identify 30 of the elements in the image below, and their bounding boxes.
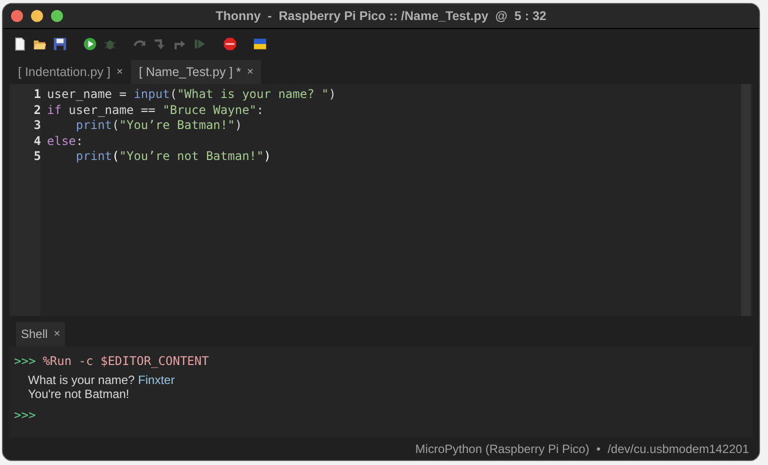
flag-icon[interactable] — [253, 37, 267, 51]
shell-command-line: >>> %Run -c $EDITOR_CONTENT — [14, 353, 210, 369]
separator-dot: • — [596, 442, 601, 456]
line-number: 2 — [32, 102, 41, 118]
save-icon[interactable] — [53, 37, 67, 51]
shell-output-line: You're not Batman! — [27, 387, 130, 401]
shell-tab[interactable]: Shell × — [16, 322, 66, 346]
code-line: print("You’re not Batman!") — [74, 149, 272, 164]
line-number: 1 — [32, 87, 41, 102]
shell-output-line: What is your name? Finxter — [27, 373, 176, 387]
new-file-icon[interactable] — [13, 37, 27, 51]
zoom-icon[interactable] — [51, 10, 63, 22]
code-line: print("You’re Batman!") — [74, 118, 244, 134]
window-title: Thonny - Raspberry Pi Pico :: /Name_Test.py @ 5 : 32 — [216, 9, 546, 23]
line-number: 4 — [32, 134, 41, 149]
close-icon[interactable] — [11, 10, 23, 22]
code-line: if user_name == "Bruce Wayne": — [47, 102, 265, 118]
step-into-icon[interactable] — [153, 37, 167, 51]
line-number: 5 — [32, 149, 41, 164]
minimize-icon[interactable] — [31, 10, 43, 22]
line-number: 3 — [32, 118, 41, 134]
interpreter-label[interactable]: MicroPython (Raspberry Pi Pico) — [415, 442, 590, 456]
code-line: user_name = input("What is your name? ") — [47, 87, 338, 102]
editor-tab[interactable]: [ Name_Test.py ] * × — [130, 60, 262, 84]
stop-icon[interactable] — [223, 37, 237, 51]
run-icon[interactable] — [83, 37, 97, 51]
shell-command-line: >>> — [14, 407, 37, 423]
code-line: else: — [47, 134, 84, 149]
port-label[interactable]: /dev/cu.usbmodem142201 — [608, 442, 749, 456]
editor-tab[interactable]: [ Indentation.py ] × — [10, 60, 131, 84]
